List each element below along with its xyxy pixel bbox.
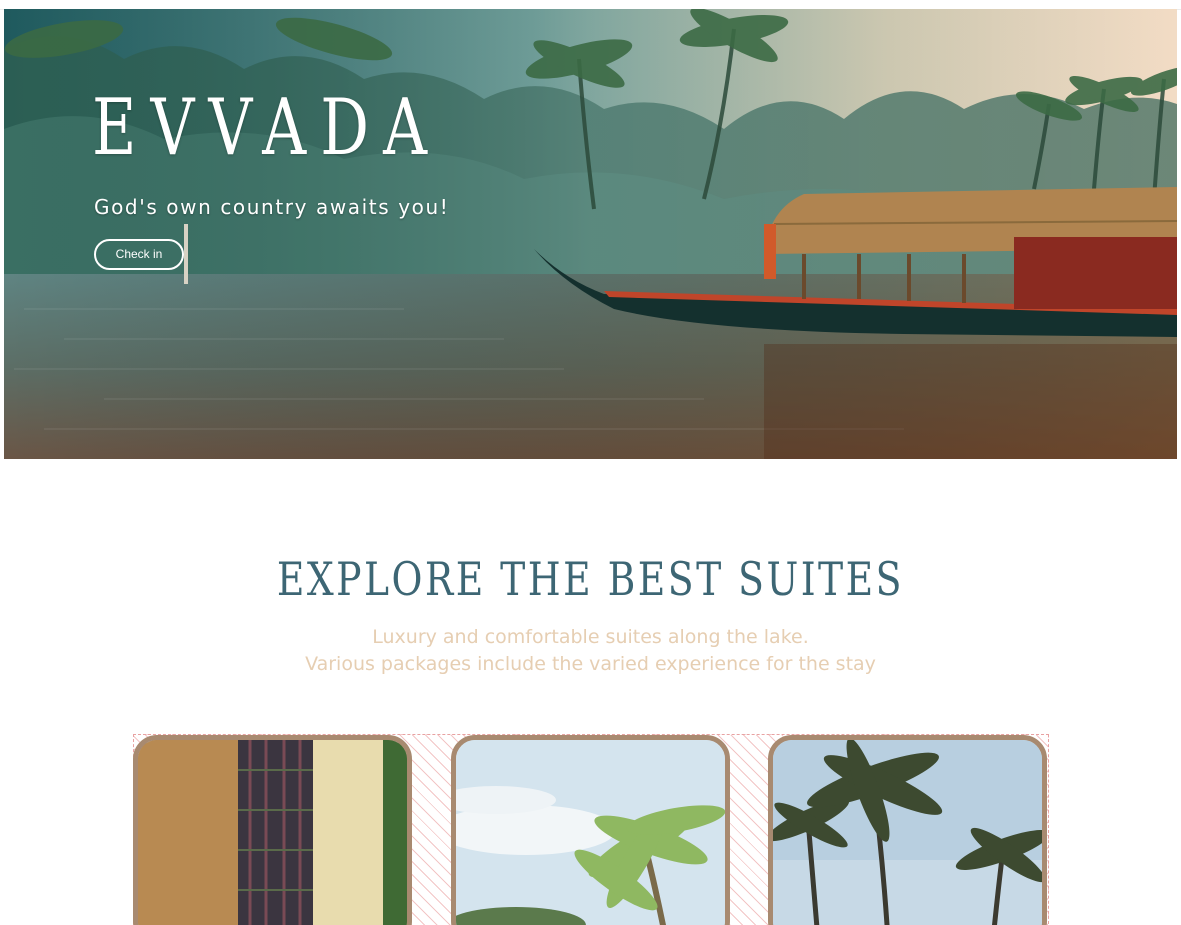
suites-section-title: EXPLORE THE BEST SUITES — [0, 552, 1181, 606]
brand-title: EVVADA — [92, 83, 442, 173]
suites-subtitle-line-2: Various packages include the varied expe… — [305, 653, 876, 675]
suite-card-coconut-palms[interactable] — [768, 735, 1047, 925]
suites-subtitle: Luxury and comfortable suites along the … — [0, 624, 1181, 678]
suites-title-text: EXPLORE THE BEST SUITES — [276, 552, 905, 606]
check-in-button[interactable]: Check in — [94, 239, 184, 270]
hero-background-image — [4, 9, 1177, 459]
palm-tree-image — [456, 740, 725, 925]
suite-card-palm[interactable] — [451, 735, 730, 925]
suites-subtitle-line-1: Luxury and comfortable suites along the … — [372, 626, 809, 648]
coconut-palms-image — [773, 740, 1042, 925]
suite-room-image — [138, 740, 407, 925]
suite-card-room[interactable] — [133, 735, 412, 925]
hero-tagline: God's own country awaits you! — [94, 195, 450, 219]
page: EVVADA God's own country awaits you! Che… — [0, 0, 1181, 925]
hero-banner: EVVADA God's own country awaits you! Che… — [4, 9, 1177, 459]
